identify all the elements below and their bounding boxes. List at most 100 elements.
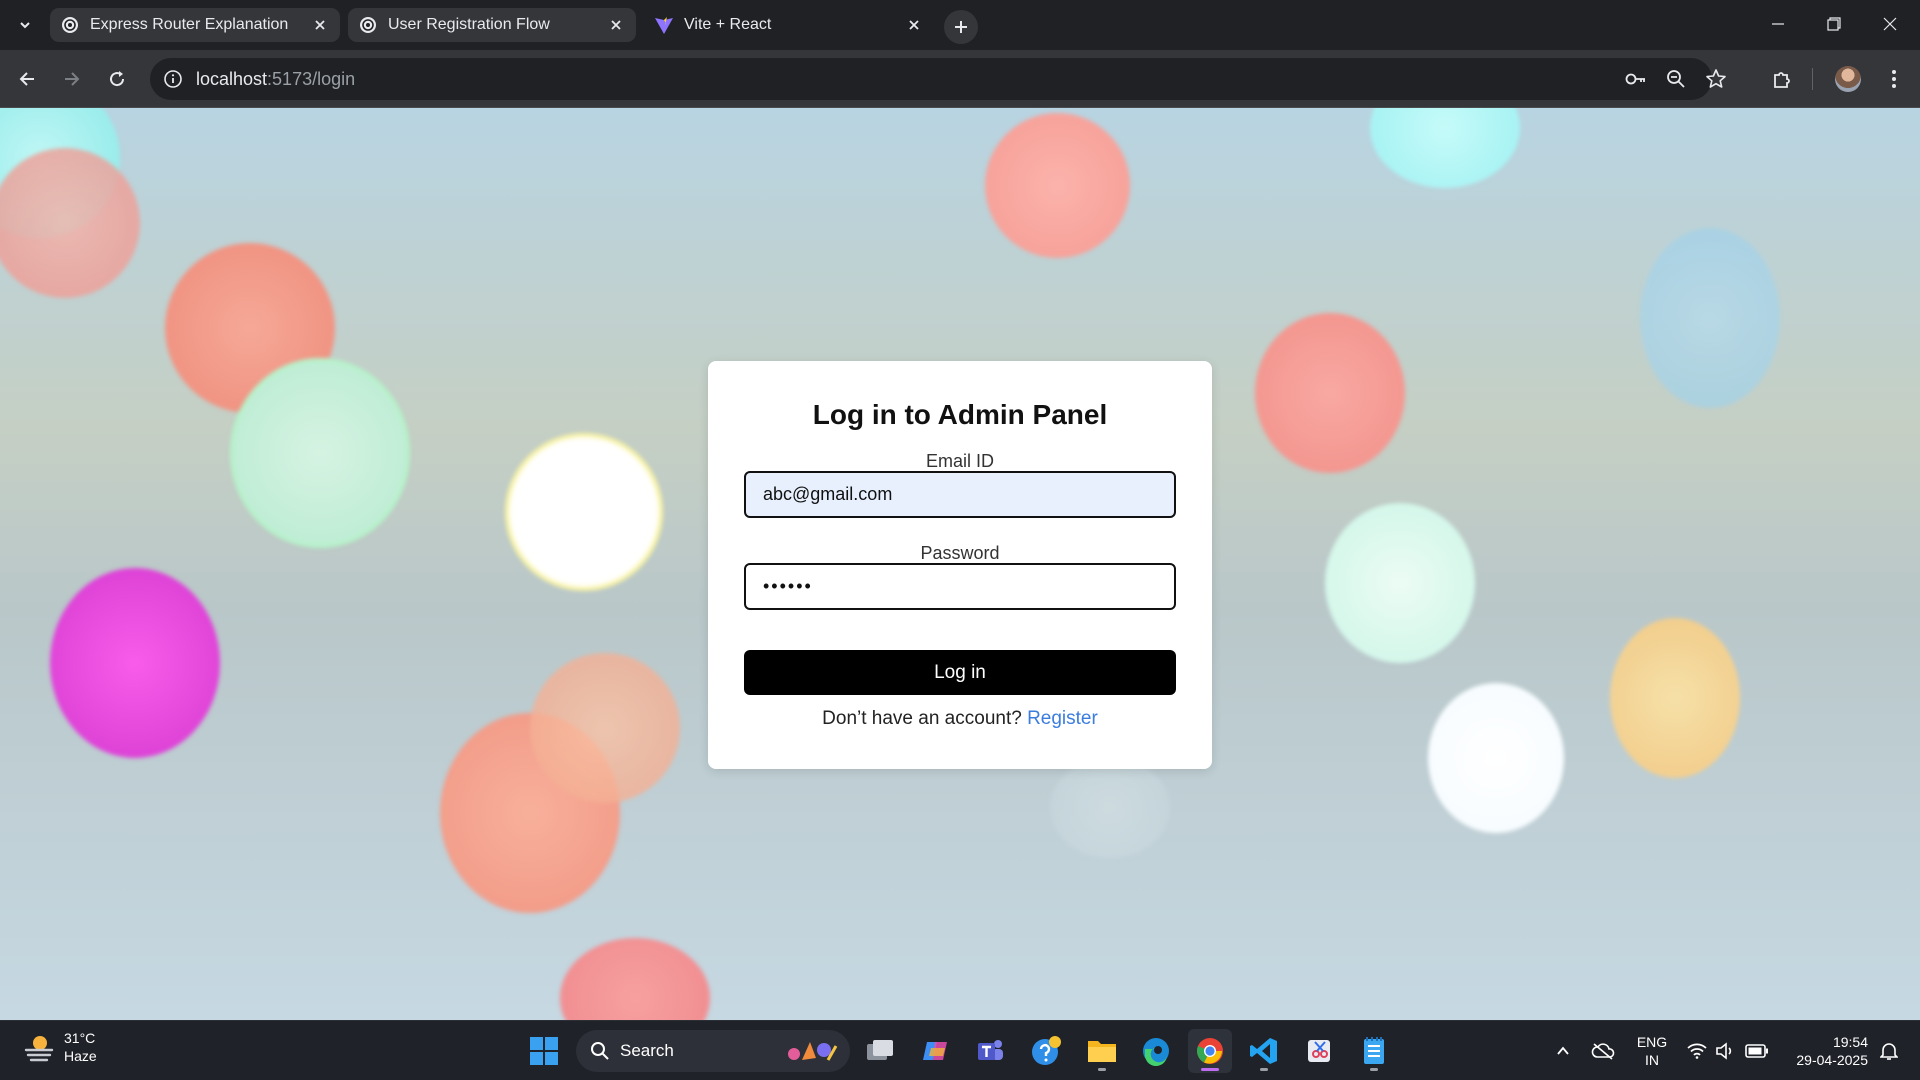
close-icon[interactable] — [904, 15, 924, 35]
close-icon[interactable] — [606, 15, 626, 35]
back-button[interactable] — [11, 63, 43, 95]
clock-date: 29-04-2025 — [1796, 1052, 1868, 1068]
reload-button[interactable] — [101, 63, 133, 95]
forward-button[interactable] — [56, 63, 88, 95]
puzzle-icon — [1774, 72, 1790, 88]
battery-tray-button[interactable] — [1742, 1021, 1772, 1080]
search-icon — [591, 1042, 609, 1060]
snipping-tool-icon — [1308, 1040, 1330, 1062]
close-window-button[interactable] — [1862, 0, 1918, 48]
search-highlight-icon — [788, 1042, 838, 1061]
start-button[interactable] — [522, 1029, 566, 1073]
address-bar[interactable]: localhost:5173/login — [150, 58, 1726, 100]
profile-button[interactable] — [1832, 63, 1864, 95]
tab-strip: Express Router Explanation User Registra… — [0, 0, 1920, 50]
copilot-icon — [923, 1042, 947, 1060]
browser-menu-button[interactable] — [1878, 63, 1910, 95]
notifications-button[interactable] — [1874, 1021, 1904, 1080]
page-viewport: Log in to Admin Panel Email ID abc@gmail… — [0, 108, 1920, 1020]
plus-icon — [955, 21, 967, 33]
password-label: Password — [920, 543, 1000, 563]
onedrive-tray-button[interactable] — [1588, 1021, 1618, 1080]
notepad-button[interactable] — [1352, 1029, 1396, 1073]
clock-time: 19:54 — [1832, 1034, 1868, 1050]
tab-title: Express Router Explanation — [90, 16, 289, 33]
wifi-tray-button[interactable] — [1684, 1021, 1710, 1080]
weather-description: Haze — [64, 1048, 97, 1064]
zoom-icon[interactable] — [1664, 67, 1688, 91]
close-icon[interactable] — [310, 15, 330, 35]
show-hidden-icons-button[interactable] — [1550, 1021, 1576, 1080]
bookmark-star-icon[interactable] — [1704, 67, 1728, 91]
running-indicator — [1370, 1068, 1378, 1071]
cloud-offline-icon — [1591, 1043, 1615, 1060]
restore-icon — [1827, 17, 1841, 31]
chatgpt-icon — [358, 15, 378, 35]
restore-button[interactable] — [1806, 0, 1862, 48]
page-title: Log in to Admin Panel — [812, 399, 1108, 430]
edge-button[interactable] — [1134, 1029, 1178, 1073]
teams-icon — [978, 1040, 1003, 1060]
notification-bell-icon — [1880, 1043, 1898, 1060]
vscode-button[interactable] — [1242, 1029, 1286, 1073]
reload-icon — [110, 71, 125, 87]
task-view-button[interactable] — [858, 1029, 902, 1073]
speaker-icon — [1716, 1042, 1732, 1060]
register-prompt-text: Don’t have an account? — [822, 708, 1022, 729]
email-field[interactable]: abc@gmail.com — [744, 471, 1176, 518]
file-explorer-button[interactable] — [1080, 1029, 1124, 1073]
tab-express-router[interactable]: Express Router Explanation — [50, 8, 340, 42]
vscode-icon — [1250, 1038, 1277, 1064]
tab-search-dropdown-icon[interactable] — [12, 12, 38, 38]
email-label: Email ID — [925, 451, 994, 471]
snipping-tool-button[interactable] — [1298, 1029, 1342, 1073]
copilot-button[interactable] — [914, 1029, 958, 1073]
extensions-button[interactable] — [1766, 63, 1798, 95]
browser-toolbar: localhost:5173/login — [0, 50, 1920, 108]
vite-icon — [654, 15, 674, 35]
system-clock[interactable]: 19:54 29-04-2025 — [1786, 1033, 1868, 1069]
register-link[interactable]: Register — [1027, 708, 1098, 729]
url-host: localhost — [196, 68, 268, 89]
chrome-button[interactable] — [1188, 1029, 1232, 1073]
minimize-button[interactable] — [1750, 0, 1806, 48]
chevron-up-icon — [1557, 1046, 1569, 1055]
tab-title: User Registration Flow — [388, 16, 550, 33]
url-text[interactable]: localhost:5173/login — [196, 69, 355, 90]
avatar — [1835, 66, 1861, 92]
region-code: IN — [1645, 1052, 1659, 1068]
taskbar-search[interactable]: Search — [576, 1030, 850, 1072]
back-arrow-icon — [19, 72, 34, 86]
weather-temperature: 31°C — [64, 1030, 96, 1046]
toolbar-divider — [1812, 68, 1813, 90]
register-prompt-line: Don’t have an account? Register — [708, 708, 1212, 730]
windows-taskbar: 31°C Haze Search ENG IN 19:54 29-04-2025 — [0, 1020, 1920, 1080]
chatgpt-icon — [60, 15, 80, 35]
language-code: ENG — [1636, 1034, 1668, 1050]
active-indicator — [1201, 1068, 1219, 1071]
help-button[interactable] — [1024, 1029, 1068, 1073]
language-indicator[interactable]: ENG IN — [1630, 1033, 1674, 1069]
battery-icon — [1745, 1044, 1768, 1058]
site-info-icon[interactable] — [150, 58, 196, 100]
url-path: :5173/login — [267, 68, 356, 89]
notepad-icon — [1364, 1037, 1384, 1064]
minimize-icon — [1772, 23, 1784, 25]
tab-vite-react[interactable]: Vite + React — [644, 8, 934, 42]
new-tab-button[interactable] — [944, 10, 978, 44]
weather-widget[interactable]: 31°C Haze — [22, 1029, 97, 1065]
forward-arrow-icon — [65, 72, 80, 86]
close-icon — [1883, 17, 1897, 31]
running-indicator — [1260, 1068, 1268, 1071]
running-indicator — [1098, 1068, 1106, 1071]
chrome-icon — [1197, 1038, 1223, 1064]
task-view-icon — [867, 1040, 893, 1060]
edge-icon — [1143, 1038, 1169, 1066]
volume-tray-button[interactable] — [1712, 1021, 1738, 1080]
key-icon[interactable] — [1624, 67, 1648, 91]
password-field[interactable]: •••••• — [744, 563, 1176, 610]
teams-button[interactable] — [968, 1029, 1012, 1073]
tab-user-registration[interactable]: User Registration Flow — [348, 8, 636, 42]
login-button[interactable]: Log in — [744, 650, 1176, 695]
haze-icon — [24, 1036, 54, 1062]
